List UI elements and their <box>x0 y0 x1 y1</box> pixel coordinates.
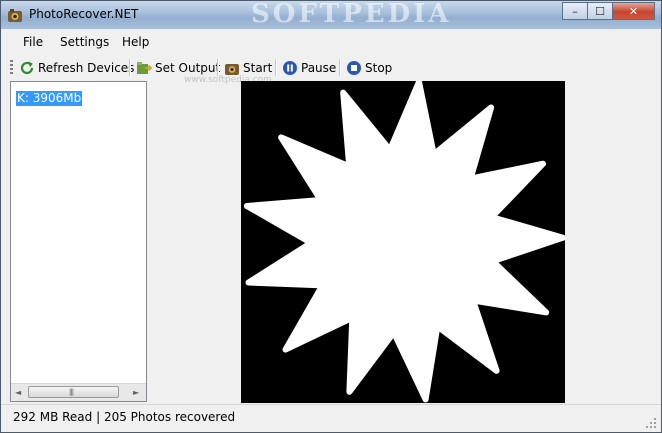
window-title: PhotoRecover.NET <box>29 7 139 21</box>
thumb-grip: ||| <box>69 388 74 396</box>
app-window: SOFTPEDIA PhotoRecover.NET – ☐ ✕ File Se… <box>0 0 662 433</box>
close-button[interactable]: ✕ <box>612 2 655 20</box>
refresh-icon <box>20 61 34 74</box>
set-output-label: Set Output <box>155 60 221 75</box>
menu-settings[interactable]: Settings <box>60 35 109 49</box>
minimize-button[interactable]: – <box>562 2 588 20</box>
menu-help[interactable]: Help <box>122 35 149 49</box>
refresh-devices-button[interactable]: Refresh Devices <box>19 58 134 77</box>
device-list[interactable]: K: 3906Mb ◄ ||| ► <box>10 81 147 402</box>
toolbar: Refresh Devices Set Output Start Pause S… <box>1 55 661 85</box>
toolbar-separator <box>129 59 131 76</box>
menu-bar: File Settings Help <box>1 29 661 55</box>
starburst-shape <box>243 78 566 403</box>
device-item[interactable]: K: 3906Mb <box>16 91 83 106</box>
stop-icon <box>347 60 361 75</box>
resize-grip-icon[interactable] <box>645 417 657 429</box>
camera-start-icon <box>225 63 239 75</box>
start-label: Start <box>243 60 273 75</box>
toolbar-separator <box>217 59 219 76</box>
title-watermark: SOFTPEDIA <box>251 0 452 29</box>
refresh-devices-label: Refresh Devices <box>38 60 135 75</box>
photo-preview <box>241 78 566 403</box>
scroll-left-arrow[interactable]: ◄ <box>15 388 21 397</box>
folder-output-icon <box>137 61 152 74</box>
status-bar: 292 MB Read | 205 Photos recovered <box>1 404 661 432</box>
stop-label: Stop <box>365 60 393 75</box>
pause-label: Pause <box>301 60 337 75</box>
window-controls: – ☐ ✕ <box>562 2 655 21</box>
pause-icon <box>283 60 297 75</box>
menu-file[interactable]: File <box>23 35 43 49</box>
title-bar[interactable]: SOFTPEDIA PhotoRecover.NET – ☐ ✕ <box>1 1 661 29</box>
recovered-photo-image <box>243 78 566 403</box>
stop-button[interactable]: Stop <box>346 58 392 77</box>
horizontal-scrollbar[interactable]: ◄ ||| ► <box>11 383 146 401</box>
scrollbar-thumb[interactable]: ||| <box>28 386 119 398</box>
toolbar-separator <box>275 59 277 76</box>
pause-button[interactable]: Pause <box>282 58 336 77</box>
app-icon <box>8 9 22 22</box>
status-text: 292 MB Read | 205 Photos recovered <box>13 410 236 424</box>
maximize-button[interactable]: ☐ <box>587 2 613 20</box>
toolbar-grip[interactable] <box>10 60 13 75</box>
scroll-right-arrow[interactable]: ► <box>133 388 139 397</box>
toolbar-separator <box>339 59 341 76</box>
